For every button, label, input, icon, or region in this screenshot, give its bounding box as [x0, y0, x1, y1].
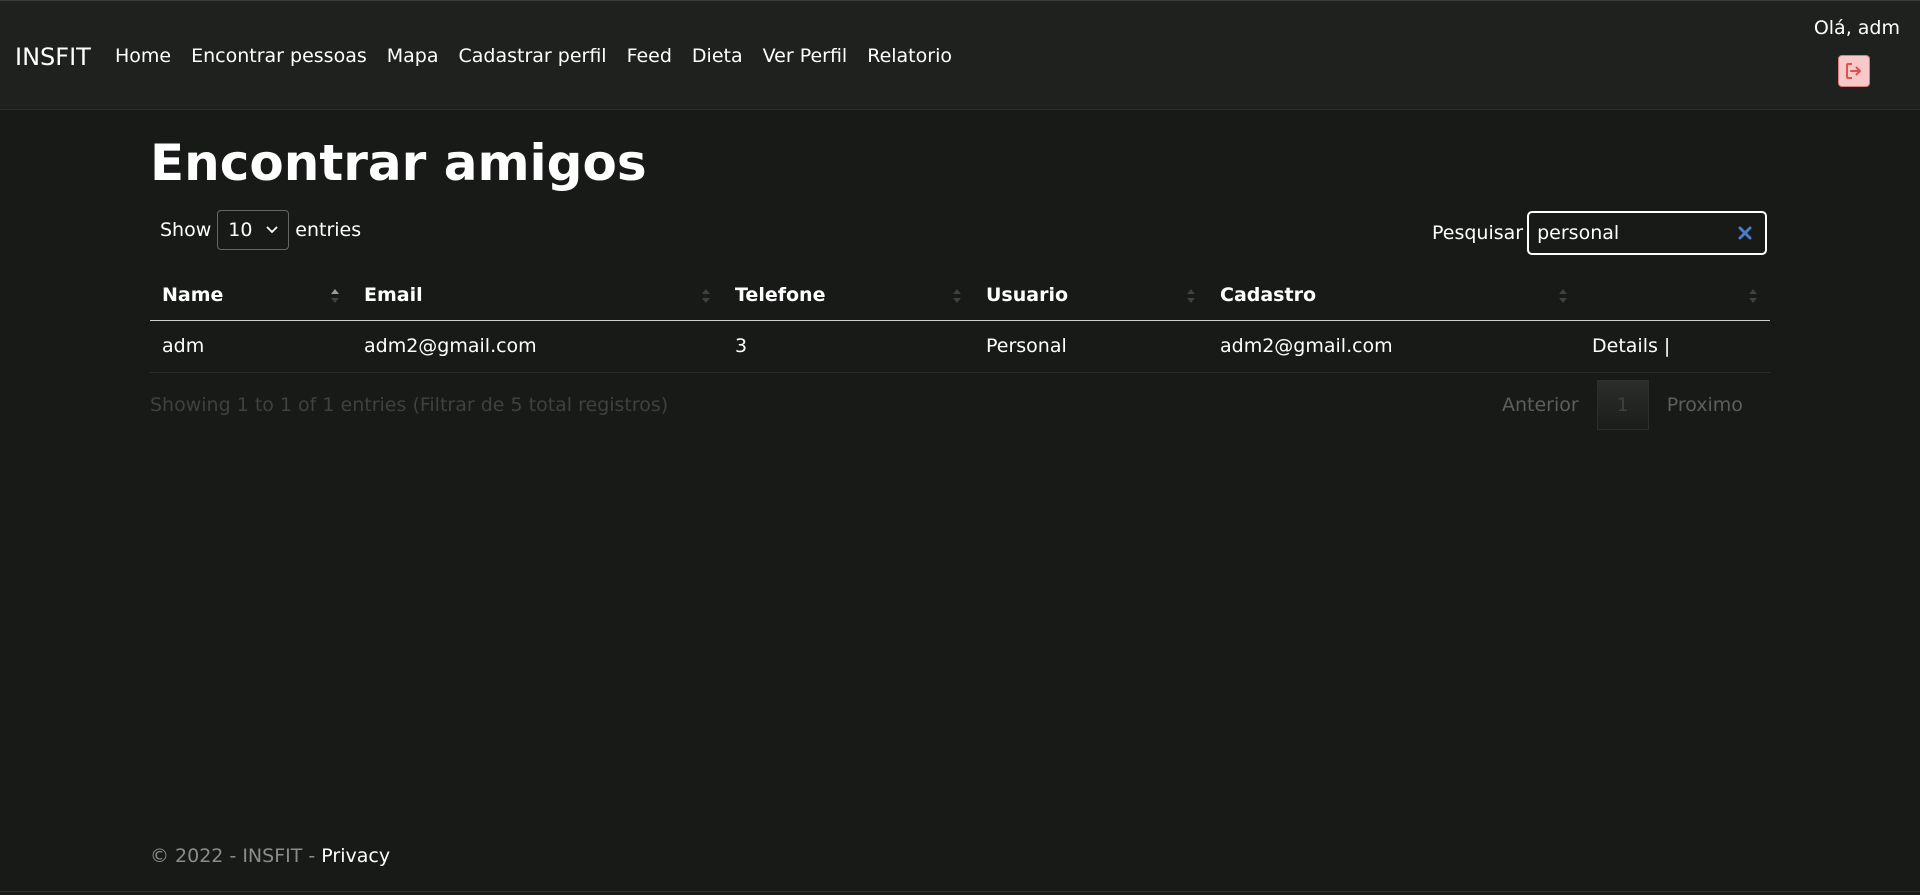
nav-link-encontrar-pessoas[interactable]: Encontrar pessoas	[181, 45, 377, 67]
header-label: Usuario	[986, 283, 1069, 306]
clear-icon[interactable]	[1735, 223, 1755, 243]
sort-icon	[1749, 289, 1757, 303]
entries-select-value: 10	[228, 219, 253, 241]
search-control: Pesquisar	[1432, 211, 1768, 255]
footer: © 2022 - INSFIT - Privacy	[150, 845, 390, 867]
cell-actions: Details |	[1580, 320, 1770, 373]
next-page-button[interactable]: Proximo	[1649, 381, 1761, 429]
logout-icon	[1846, 63, 1861, 79]
column-header-email[interactable]: Email	[352, 270, 723, 321]
entries-length-control: Show 10 entries	[160, 210, 361, 250]
details-link[interactable]: Details |	[1592, 335, 1670, 357]
entries-label: entries	[295, 219, 362, 241]
cell-cadastro: adm2@gmail.com	[1208, 320, 1580, 373]
cell-email: adm2@gmail.com	[352, 320, 723, 373]
entries-select[interactable]: 10	[217, 210, 290, 250]
user-greeting: Olá, adm	[1813, 17, 1900, 39]
table-row: adm adm2@gmail.com 3 Personal adm2@gmail…	[150, 320, 1770, 373]
nav-link-ver-perfil[interactable]: Ver Perfil	[753, 45, 858, 67]
column-header-usuario[interactable]: Usuario	[974, 270, 1208, 321]
logout-button[interactable]	[1838, 55, 1870, 87]
users-table: Name Email Telefone Usuario Cadastro adm…	[150, 270, 1770, 373]
bottom-divider	[0, 891, 1920, 892]
sort-icon	[1187, 289, 1195, 303]
privacy-link[interactable]: Privacy	[321, 845, 390, 867]
cell-telefone: 3	[723, 320, 974, 373]
brand-logo[interactable]: INSFIT	[15, 43, 91, 71]
page-1-button[interactable]: 1	[1596, 380, 1649, 430]
sort-icon	[702, 289, 710, 303]
pagination: Anterior 1 Proximo	[1484, 380, 1761, 430]
previous-page-button[interactable]: Anterior	[1484, 381, 1597, 429]
search-label: Pesquisar	[1432, 222, 1524, 244]
nav-link-home[interactable]: Home	[115, 45, 181, 67]
search-input[interactable]	[1537, 222, 1728, 244]
column-header-actions[interactable]	[1580, 270, 1770, 321]
header-label: Cadastro	[1220, 283, 1317, 306]
sort-icon	[953, 289, 961, 303]
search-box	[1527, 211, 1768, 255]
navbar: INSFIT Home Encontrar pessoas Mapa Cadas…	[0, 0, 1920, 110]
sort-ascending-icon	[331, 289, 339, 303]
cell-name: adm	[150, 320, 352, 373]
column-header-cadastro[interactable]: Cadastro	[1208, 270, 1580, 321]
cell-usuario: Personal	[974, 320, 1208, 373]
table-header-row: Name Email Telefone Usuario Cadastro	[150, 270, 1770, 321]
header-label: Name	[162, 283, 224, 306]
table-info: Showing 1 to 1 of 1 entries (Filtrar de …	[150, 394, 669, 416]
page-title: Encontrar amigos	[150, 134, 647, 192]
header-label: Email	[364, 283, 423, 306]
nav-link-mapa[interactable]: Mapa	[377, 45, 449, 67]
nav-links: Home Encontrar pessoas Mapa Cadastrar pe…	[115, 45, 962, 67]
nav-link-feed[interactable]: Feed	[617, 45, 682, 67]
footer-copyright: © 2022 - INSFIT -	[150, 845, 322, 867]
nav-link-dieta[interactable]: Dieta	[682, 45, 753, 67]
column-header-telefone[interactable]: Telefone	[723, 270, 974, 321]
header-label: Telefone	[735, 283, 826, 306]
nav-link-cadastrar-perfil[interactable]: Cadastrar perfil	[449, 45, 617, 67]
sort-icon	[1559, 289, 1567, 303]
column-header-name[interactable]: Name	[150, 270, 352, 321]
chevron-down-icon	[266, 226, 278, 234]
nav-link-relatorio[interactable]: Relatorio	[857, 45, 962, 67]
show-label: Show	[160, 219, 212, 241]
